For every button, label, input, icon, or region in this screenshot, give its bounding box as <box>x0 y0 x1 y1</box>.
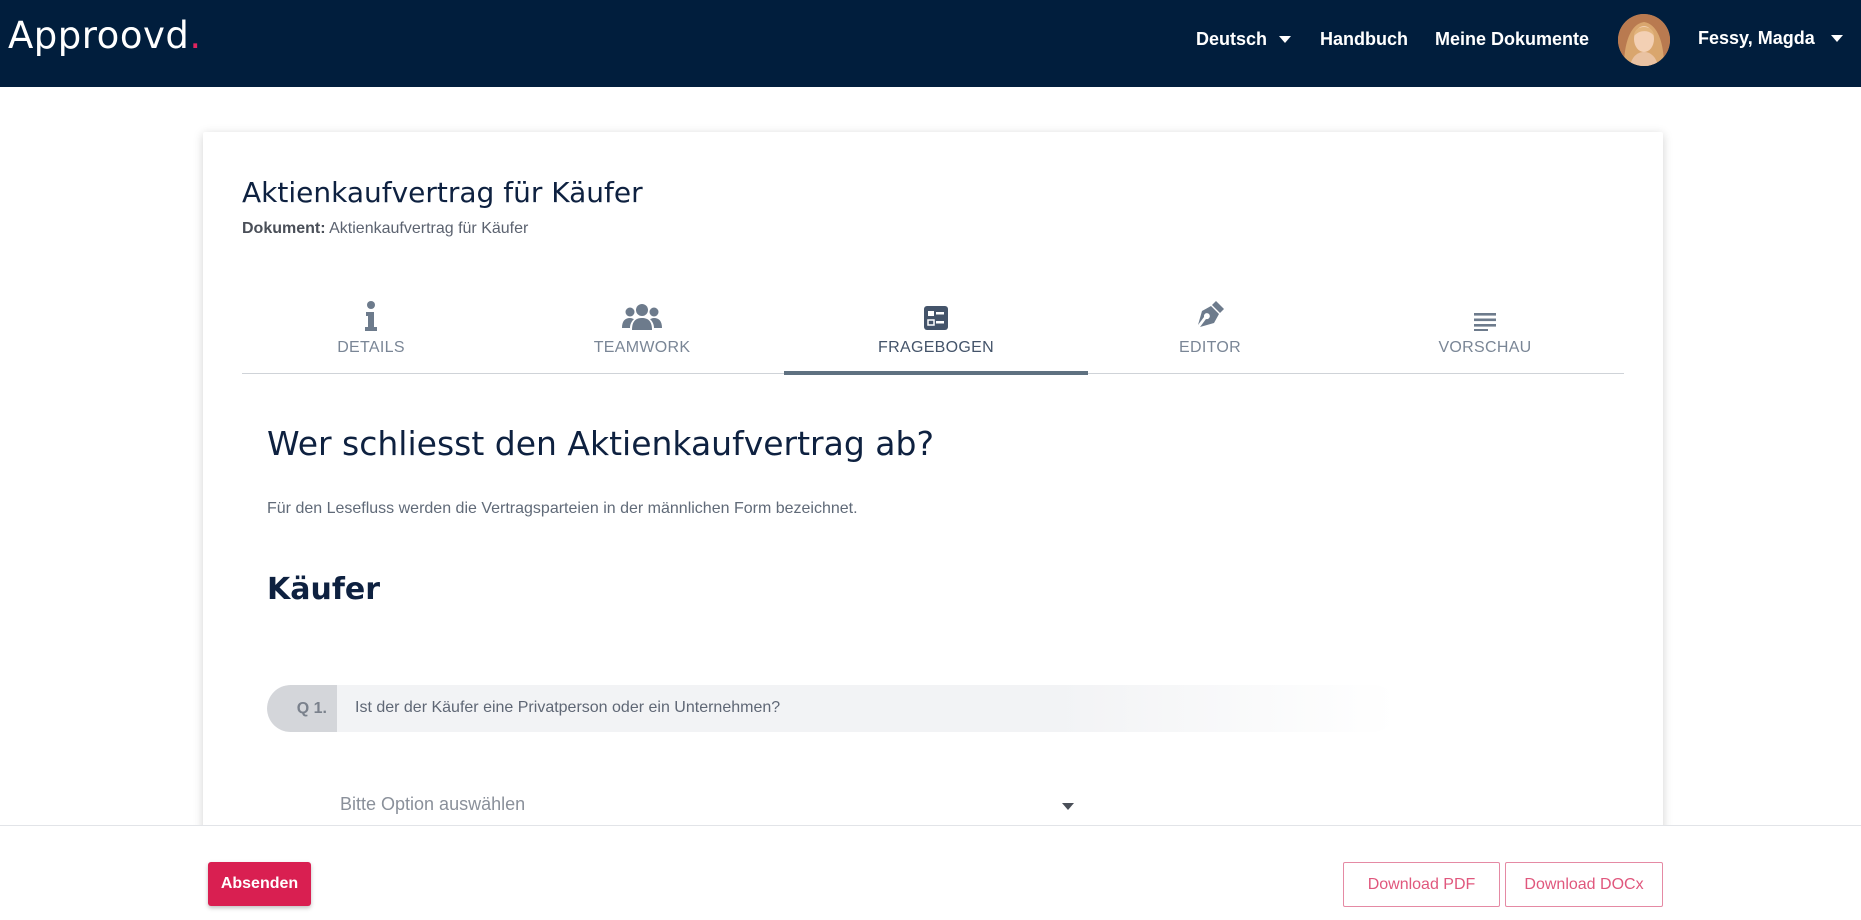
select-placeholder: Bitte Option auswählen <box>340 794 526 814</box>
document-sub-value: Aktienkaufvertrag für Käufer <box>329 220 529 237</box>
question-heading: Wer schliesst den Aktienkaufvertrag ab? <box>267 424 934 463</box>
preview-icon <box>1473 297 1497 331</box>
tab-vorschau[interactable]: VORSCHAU <box>1346 292 1624 374</box>
section-heading: Käufer <box>267 572 381 607</box>
language-selector[interactable]: Deutsch <box>1196 29 1292 50</box>
avatar[interactable] <box>1618 14 1670 66</box>
tab-details[interactable]: DETAILS <box>242 292 500 374</box>
tab-label: DETAILS <box>337 339 405 356</box>
logo-dot: . <box>189 14 202 57</box>
questionnaire-icon <box>923 297 949 331</box>
question-bar: Q 1. Ist der der Käufer eine Privatperso… <box>267 685 1397 732</box>
top-navigation-bar: Approovd. Deutsch Handbuch Meine Dokumen… <box>0 0 1861 87</box>
option-select[interactable]: Bitte Option auswählen <box>340 792 1074 824</box>
tab-bar: DETAILS TEAMWORK FRAGEBOGEN EDITOR VORSC… <box>242 292 1624 375</box>
my-documents-link[interactable]: Meine Dokumente <box>1435 29 1589 50</box>
tab-editor[interactable]: EDITOR <box>1085 292 1335 374</box>
user-photo-icon <box>1618 14 1670 66</box>
tab-label: VORSCHAU <box>1438 339 1532 356</box>
logo-text: Approovd <box>8 14 190 57</box>
user-menu[interactable]: Fessy, Magda <box>1698 28 1843 49</box>
tab-fragebogen[interactable]: FRAGEBOGEN <box>784 292 1088 375</box>
language-label: Deutsch <box>1196 29 1268 49</box>
submit-button[interactable]: Absenden <box>208 862 311 906</box>
user-name: Fessy, Magda <box>1698 28 1815 48</box>
users-icon <box>622 297 662 331</box>
document-subtitle: Dokument: Aktienkaufvertrag für Käufer <box>242 220 528 238</box>
question-text: Ist der der Käufer eine Privatperson ode… <box>355 699 781 716</box>
chevron-down-icon <box>1830 35 1843 42</box>
document-title: Aktienkaufvertrag für Käufer <box>242 176 643 209</box>
download-pdf-button[interactable]: Download PDF <box>1343 862 1500 907</box>
question-number: Q 1. <box>267 685 337 732</box>
pen-icon <box>1194 297 1226 331</box>
action-bar: Absenden Download PDF Download DOCx <box>0 825 1861 920</box>
document-card: Aktienkaufvertrag für Käufer Dokument: A… <box>203 132 1663 872</box>
chevron-down-icon <box>1279 36 1292 43</box>
tab-label: FRAGEBOGEN <box>878 339 994 356</box>
handbook-link[interactable]: Handbuch <box>1320 29 1408 50</box>
tab-label: TEAMWORK <box>593 339 691 356</box>
tab-teamwork[interactable]: TEAMWORK <box>513 292 771 374</box>
app-logo[interactable]: Approovd. <box>8 14 202 57</box>
download-docx-button[interactable]: Download DOCx <box>1505 862 1663 907</box>
tab-label: EDITOR <box>1179 339 1241 356</box>
info-icon <box>364 297 378 331</box>
document-sub-label: Dokument: <box>242 220 326 237</box>
chevron-down-icon <box>1062 803 1074 810</box>
question-note: Für den Lesefluss werden die Vertragspar… <box>267 500 858 517</box>
